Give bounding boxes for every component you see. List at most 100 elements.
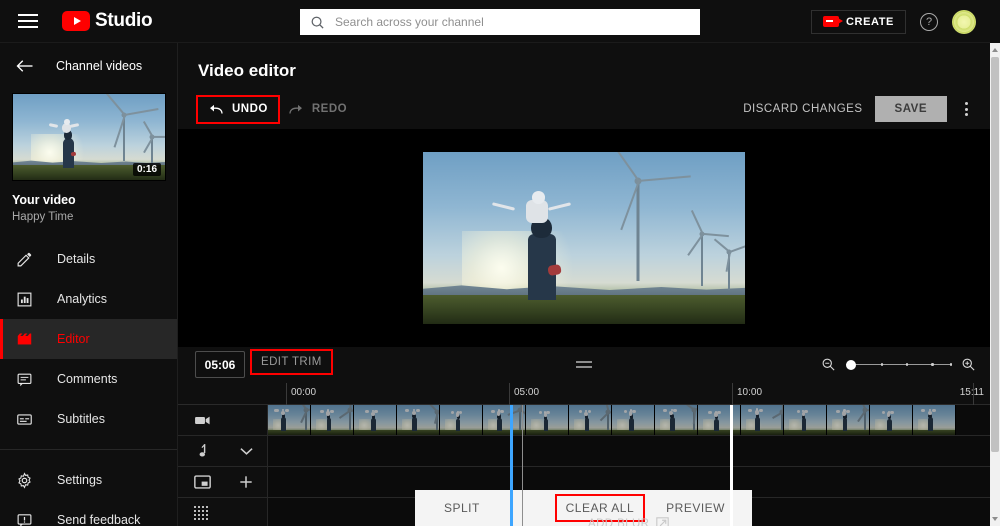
sidebar-item-editor[interactable]: Editor: [0, 319, 177, 359]
undo-button[interactable]: UNDO: [196, 94, 280, 124]
zoom-slider[interactable]: [846, 359, 953, 371]
add-blur-label: ADD BLUR: [588, 517, 650, 526]
video-filmstrip[interactable]: [268, 405, 990, 435]
filmstrip-frame[interactable]: [784, 405, 827, 435]
preview-scene-art: [423, 152, 745, 324]
editor-save-actions: DISCARD CHANGES SAVE: [743, 93, 974, 125]
page-title: Video editor: [198, 61, 296, 80]
filmstrip-frame[interactable]: [526, 405, 569, 435]
current-time-display[interactable]: 05:06: [195, 351, 245, 378]
create-button[interactable]: CREATE: [810, 9, 906, 34]
search-input[interactable]: [335, 9, 700, 35]
filmstrip-frame[interactable]: [440, 405, 483, 435]
timeline-drag-handle[interactable]: [576, 361, 592, 368]
video-track-header: [178, 405, 268, 435]
editor-bottom-action-bar: SPLIT CLEAR ALL PREVIEW: [415, 490, 752, 526]
filmstrip-frame[interactable]: [827, 405, 870, 435]
zoom-slider-knob[interactable]: [846, 359, 856, 370]
redo-button[interactable]: REDO: [278, 97, 357, 122]
undo-label: UNDO: [232, 103, 268, 115]
zoom-in-icon[interactable]: [961, 357, 976, 372]
chevron-down-icon[interactable]: [240, 447, 253, 456]
sidebar-item-comments[interactable]: Comments: [0, 359, 177, 399]
create-button-label: CREATE: [845, 15, 894, 28]
bar-chart-icon: [16, 291, 38, 308]
filmstrip-frame[interactable]: [483, 405, 526, 435]
plus-icon[interactable]: [239, 475, 253, 489]
blur-grid-icon: [194, 505, 209, 521]
music-note-icon: [194, 443, 208, 459]
studio-brand[interactable]: Studio: [62, 10, 153, 32]
filmstrip-frame[interactable]: [913, 405, 956, 435]
back-label: Channel videos: [56, 59, 143, 73]
filmstrip-frame[interactable]: [870, 405, 913, 435]
main-content: Video editor UNDO REDO DISCARD CHANGES S…: [178, 43, 990, 526]
sidebar-item-details[interactable]: Details: [0, 239, 177, 279]
split-button[interactable]: SPLIT: [435, 496, 489, 520]
ruler-label: 10:00: [737, 387, 763, 398]
discard-changes-button[interactable]: DISCARD CHANGES: [743, 103, 862, 115]
selection-start-handle[interactable]: [510, 405, 513, 526]
filmstrip-frame[interactable]: [268, 405, 311, 435]
sidebar-item-settings[interactable]: Settings: [0, 460, 177, 500]
timeline-controls: 05:06 EDIT TRIM: [178, 347, 990, 383]
top-right-actions: CREATE ?: [810, 0, 976, 43]
video-thumbnail-wrap[interactable]: 0:16: [12, 93, 166, 181]
video-player[interactable]: [423, 152, 745, 324]
timeline-zoom-controls: [821, 357, 976, 372]
playhead[interactable]: [522, 405, 523, 526]
youtube-logo-icon: [62, 11, 90, 31]
sidebar-item-label: Comments: [57, 372, 118, 386]
filmstrip-frame[interactable]: [655, 405, 698, 435]
timeline-ruler[interactable]: 00:00 05:00 10:00 15:11: [178, 383, 990, 405]
youtube-studio-video-editor: Studio CREATE ? Channel videos: [0, 0, 1000, 526]
edit-trim-button[interactable]: EDIT TRIM: [250, 349, 333, 375]
filmstrip-frame[interactable]: [397, 405, 440, 435]
search-bar[interactable]: [300, 9, 700, 35]
scrollbar-thumb[interactable]: [991, 57, 999, 452]
kebab-menu-icon[interactable]: [959, 98, 974, 120]
ruler-label: 05:00: [514, 387, 540, 398]
audio-track-header: [178, 436, 268, 466]
pencil-icon: [16, 251, 38, 268]
filmstrip-frame[interactable]: [698, 405, 741, 435]
sidebar: Channel videos 0:16 Your video Happy Tim…: [0, 43, 178, 526]
sidebar-item-label: Details: [57, 252, 96, 266]
account-avatar[interactable]: [952, 9, 976, 34]
subtitles-icon: [16, 411, 38, 428]
sidebar-item-label: Analytics: [57, 292, 108, 306]
add-blur-button[interactable]: ADD BLUR: [588, 517, 670, 526]
save-button[interactable]: SAVE: [874, 96, 947, 122]
filmstrip-frame[interactable]: [741, 405, 784, 435]
video-camera-icon: [194, 414, 211, 427]
filmstrip-frame[interactable]: [311, 405, 354, 435]
sidebar-item-label: Settings: [57, 473, 103, 487]
sidebar-item-send-feedback[interactable]: Send feedback: [0, 500, 177, 526]
filmstrip-frame[interactable]: [354, 405, 397, 435]
end-screen-track-header: [178, 467, 268, 497]
hamburger-menu-icon[interactable]: [18, 14, 38, 28]
audio-track-body[interactable]: [268, 436, 990, 466]
video-preview-stage: [178, 129, 990, 347]
video-track-body[interactable]: [268, 405, 990, 435]
video-camera-icon: [822, 16, 843, 27]
zoom-out-icon[interactable]: [821, 357, 836, 372]
picture-in-picture-icon: [194, 475, 211, 489]
sidebar-item-label: Subtitles: [57, 412, 105, 426]
audio-track[interactable]: [178, 436, 990, 467]
scroll-up-arrow-icon[interactable]: [992, 48, 998, 52]
scroll-down-arrow-icon[interactable]: [992, 517, 998, 521]
gear-icon: [16, 471, 38, 489]
filmstrip-frame[interactable]: [612, 405, 655, 435]
page-scrollbar[interactable]: [990, 43, 1000, 526]
external-link-icon: [656, 517, 670, 526]
sidebar-item-subtitles[interactable]: Subtitles: [0, 399, 177, 439]
sidebar-item-analytics[interactable]: Analytics: [0, 279, 177, 319]
filmstrip-frame[interactable]: [569, 405, 612, 435]
back-to-channel-videos[interactable]: Channel videos: [0, 43, 177, 89]
video-thumbnail[interactable]: 0:16: [12, 93, 166, 181]
help-question-icon[interactable]: ?: [920, 12, 938, 31]
video-track[interactable]: [178, 405, 990, 436]
selection-end-handle[interactable]: [730, 405, 733, 526]
back-arrow-icon: [16, 59, 34, 73]
